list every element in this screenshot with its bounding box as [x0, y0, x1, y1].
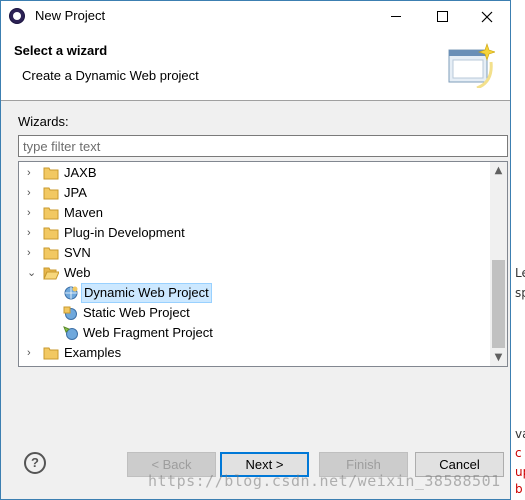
- folder-icon: [43, 187, 59, 200]
- tree-item-plugin-development[interactable]: › Plug-in Development: [27, 223, 487, 243]
- tree-item-static-web-project[interactable]: Static Web Project: [27, 303, 487, 323]
- tree-item-label: SVN: [64, 245, 91, 260]
- close-button[interactable]: [464, 1, 510, 32]
- tree-item-label: JPA: [64, 185, 87, 200]
- folder-icon: [43, 347, 59, 360]
- folder-icon: [43, 247, 59, 260]
- minimize-button[interactable]: [373, 1, 419, 32]
- watermark: https://blog.csdn.net/weixin_38588501: [148, 472, 501, 490]
- eclipse-icon: [9, 8, 25, 24]
- background-text: c: [515, 446, 522, 460]
- tree-item-web[interactable]: ⌄ Web: [27, 263, 487, 283]
- page-title: Select a wizard: [14, 43, 108, 58]
- close-icon: [481, 11, 493, 23]
- static-web-project-icon: [63, 306, 77, 320]
- tree-item-label: JAXB: [64, 165, 97, 180]
- chevron-right-icon[interactable]: ›: [27, 183, 37, 203]
- folder-icon: [43, 207, 59, 220]
- tree-item-label: Dynamic Web Project: [81, 283, 212, 303]
- chevron-right-icon[interactable]: ›: [27, 343, 37, 363]
- vertical-scrollbar[interactable]: ▲ ▼: [490, 162, 507, 366]
- chevron-right-icon[interactable]: ›: [27, 223, 37, 243]
- folder-open-icon: [43, 267, 59, 280]
- window-title: New Project: [35, 8, 106, 23]
- tree-item-label: Examples: [64, 345, 122, 360]
- chevron-down-icon[interactable]: ⌄: [27, 263, 37, 283]
- wizard-header: Select a wizard Create a Dynamic Web pro…: [1, 32, 510, 101]
- scroll-up-icon[interactable]: ▲: [490, 162, 507, 179]
- tree-item-label: Web Fragment Project: [83, 325, 213, 340]
- scrollbar-thumb[interactable]: [492, 260, 505, 348]
- tree-item-label: Plug-in Development: [64, 225, 185, 240]
- tree-item-jaxb[interactable]: › JAXB: [27, 163, 487, 183]
- dynamic-web-project-icon: [64, 286, 78, 300]
- scroll-down-icon[interactable]: ▼: [490, 349, 507, 366]
- tree-item-maven[interactable]: › Maven: [27, 203, 487, 223]
- tree-item-svn[interactable]: › SVN: [27, 243, 487, 263]
- help-icon[interactable]: ?: [24, 452, 46, 474]
- background-text: up: [515, 465, 525, 479]
- background-text: b: [515, 482, 523, 496]
- background-text: sp: [515, 286, 525, 300]
- tree-item-label: Maven: [64, 205, 104, 220]
- wizard-banner-icon: [448, 43, 495, 88]
- background-text: Le: [515, 266, 525, 280]
- tree-item-web-fragment-project[interactable]: Web Fragment Project: [27, 323, 487, 343]
- tree-item-examples[interactable]: › Examples: [27, 343, 487, 363]
- chevron-right-icon[interactable]: ›: [27, 203, 37, 223]
- background-text: va: [515, 427, 525, 441]
- folder-icon: [43, 227, 59, 240]
- web-fragment-project-icon: [63, 326, 78, 340]
- wizards-label: Wizards:: [18, 114, 69, 129]
- chevron-right-icon[interactable]: ›: [27, 163, 37, 183]
- tree-item-label: Web: [64, 265, 91, 280]
- maximize-button[interactable]: [419, 1, 465, 32]
- page-description: Create a Dynamic Web project: [22, 68, 199, 83]
- tree-item-jpa[interactable]: › JPA: [27, 183, 487, 203]
- title-bar[interactable]: New Project: [1, 1, 510, 32]
- wizard-tree[interactable]: › JAXB › JPA › Maven › Plug-in Developme…: [18, 161, 508, 367]
- filter-input[interactable]: [18, 135, 508, 157]
- chevron-right-icon[interactable]: ›: [27, 243, 37, 263]
- background-ide-window: Le sp va c up b: [510, 0, 525, 500]
- tree-item-label: Static Web Project: [83, 305, 190, 320]
- new-project-dialog: New Project Select a wizard Create a Dyn…: [0, 0, 511, 500]
- folder-icon: [43, 167, 59, 180]
- tree-item-dynamic-web-project[interactable]: Dynamic Web Project: [27, 283, 487, 303]
